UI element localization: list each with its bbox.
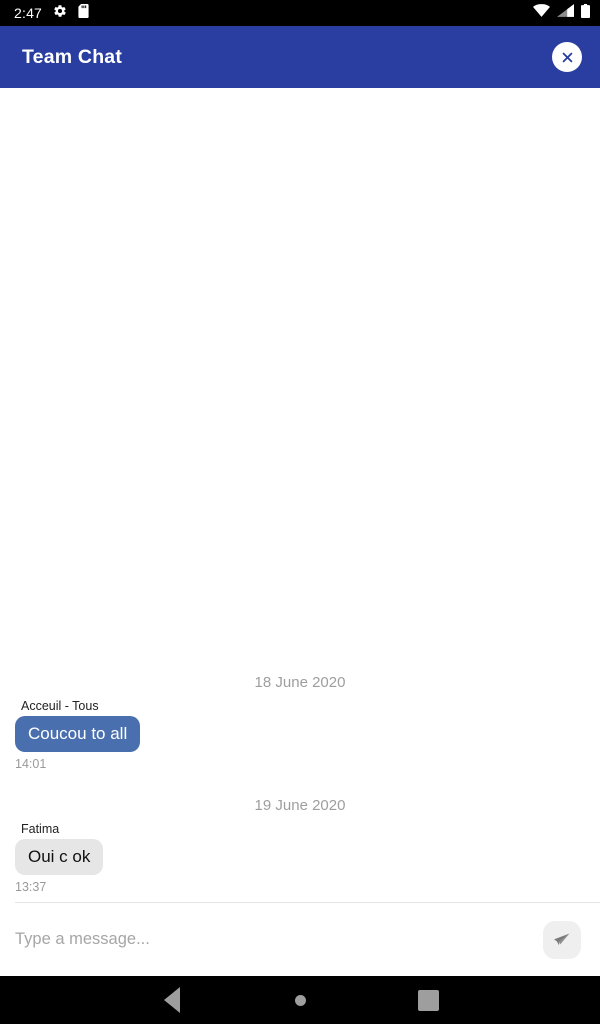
- recents-square-icon: [417, 989, 439, 1011]
- back-triangle-icon: [164, 987, 180, 1013]
- send-button[interactable]: [543, 920, 581, 959]
- composer-row: [15, 903, 600, 976]
- status-bar-right: [533, 3, 590, 23]
- wifi-icon: [533, 4, 550, 22]
- phone-screen: 2:47 Team Chat 18 June 2020 Acceuil - To…: [0, 0, 600, 1024]
- battery-icon: [581, 3, 590, 23]
- status-bar: 2:47: [0, 0, 600, 26]
- date-separator: 19 June 2020: [0, 775, 600, 822]
- nav-recents-button[interactable]: [364, 989, 492, 1011]
- cellular-signal-icon: [557, 4, 574, 22]
- message-input[interactable]: [15, 930, 543, 949]
- message-sender: Acceuil - Tous: [21, 698, 99, 713]
- date-separator-label: 18 June 2020: [254, 673, 346, 691]
- composer: [0, 902, 600, 976]
- send-paper-plane-icon: [554, 933, 570, 945]
- close-icon: [562, 52, 572, 62]
- home-circle-icon: [294, 994, 306, 1006]
- message-sender: Fatima: [21, 821, 60, 836]
- date-separator: 18 June 2020: [0, 664, 600, 699]
- close-button[interactable]: [552, 42, 582, 72]
- message-list[interactable]: 18 June 2020 Acceuil - Tous Coucou to al…: [0, 88, 600, 902]
- sd-card-icon: [78, 3, 89, 23]
- message-timestamp: 14:01: [15, 756, 47, 771]
- status-clock: 2:47: [14, 5, 43, 21]
- message-item: Fatima Oui c ok 13:37: [0, 822, 600, 898]
- status-bar-left: 2:47: [14, 0, 89, 26]
- message-bubble[interactable]: Oui c ok: [15, 838, 104, 875]
- nav-back-button[interactable]: [108, 987, 236, 1013]
- message-timestamp: 13:37: [15, 880, 47, 894]
- message-item: Acceuil - Tous Coucou to all 14:01: [0, 699, 600, 775]
- nav-home-button[interactable]: [236, 994, 364, 1006]
- gear-icon: [53, 4, 67, 23]
- android-nav-bar: [0, 976, 600, 1024]
- date-separator-label: 19 June 2020: [254, 796, 346, 814]
- app-bar: Team Chat: [0, 26, 600, 88]
- page-title: Team Chat: [22, 45, 123, 68]
- message-bubble[interactable]: Coucou to all: [15, 715, 141, 752]
